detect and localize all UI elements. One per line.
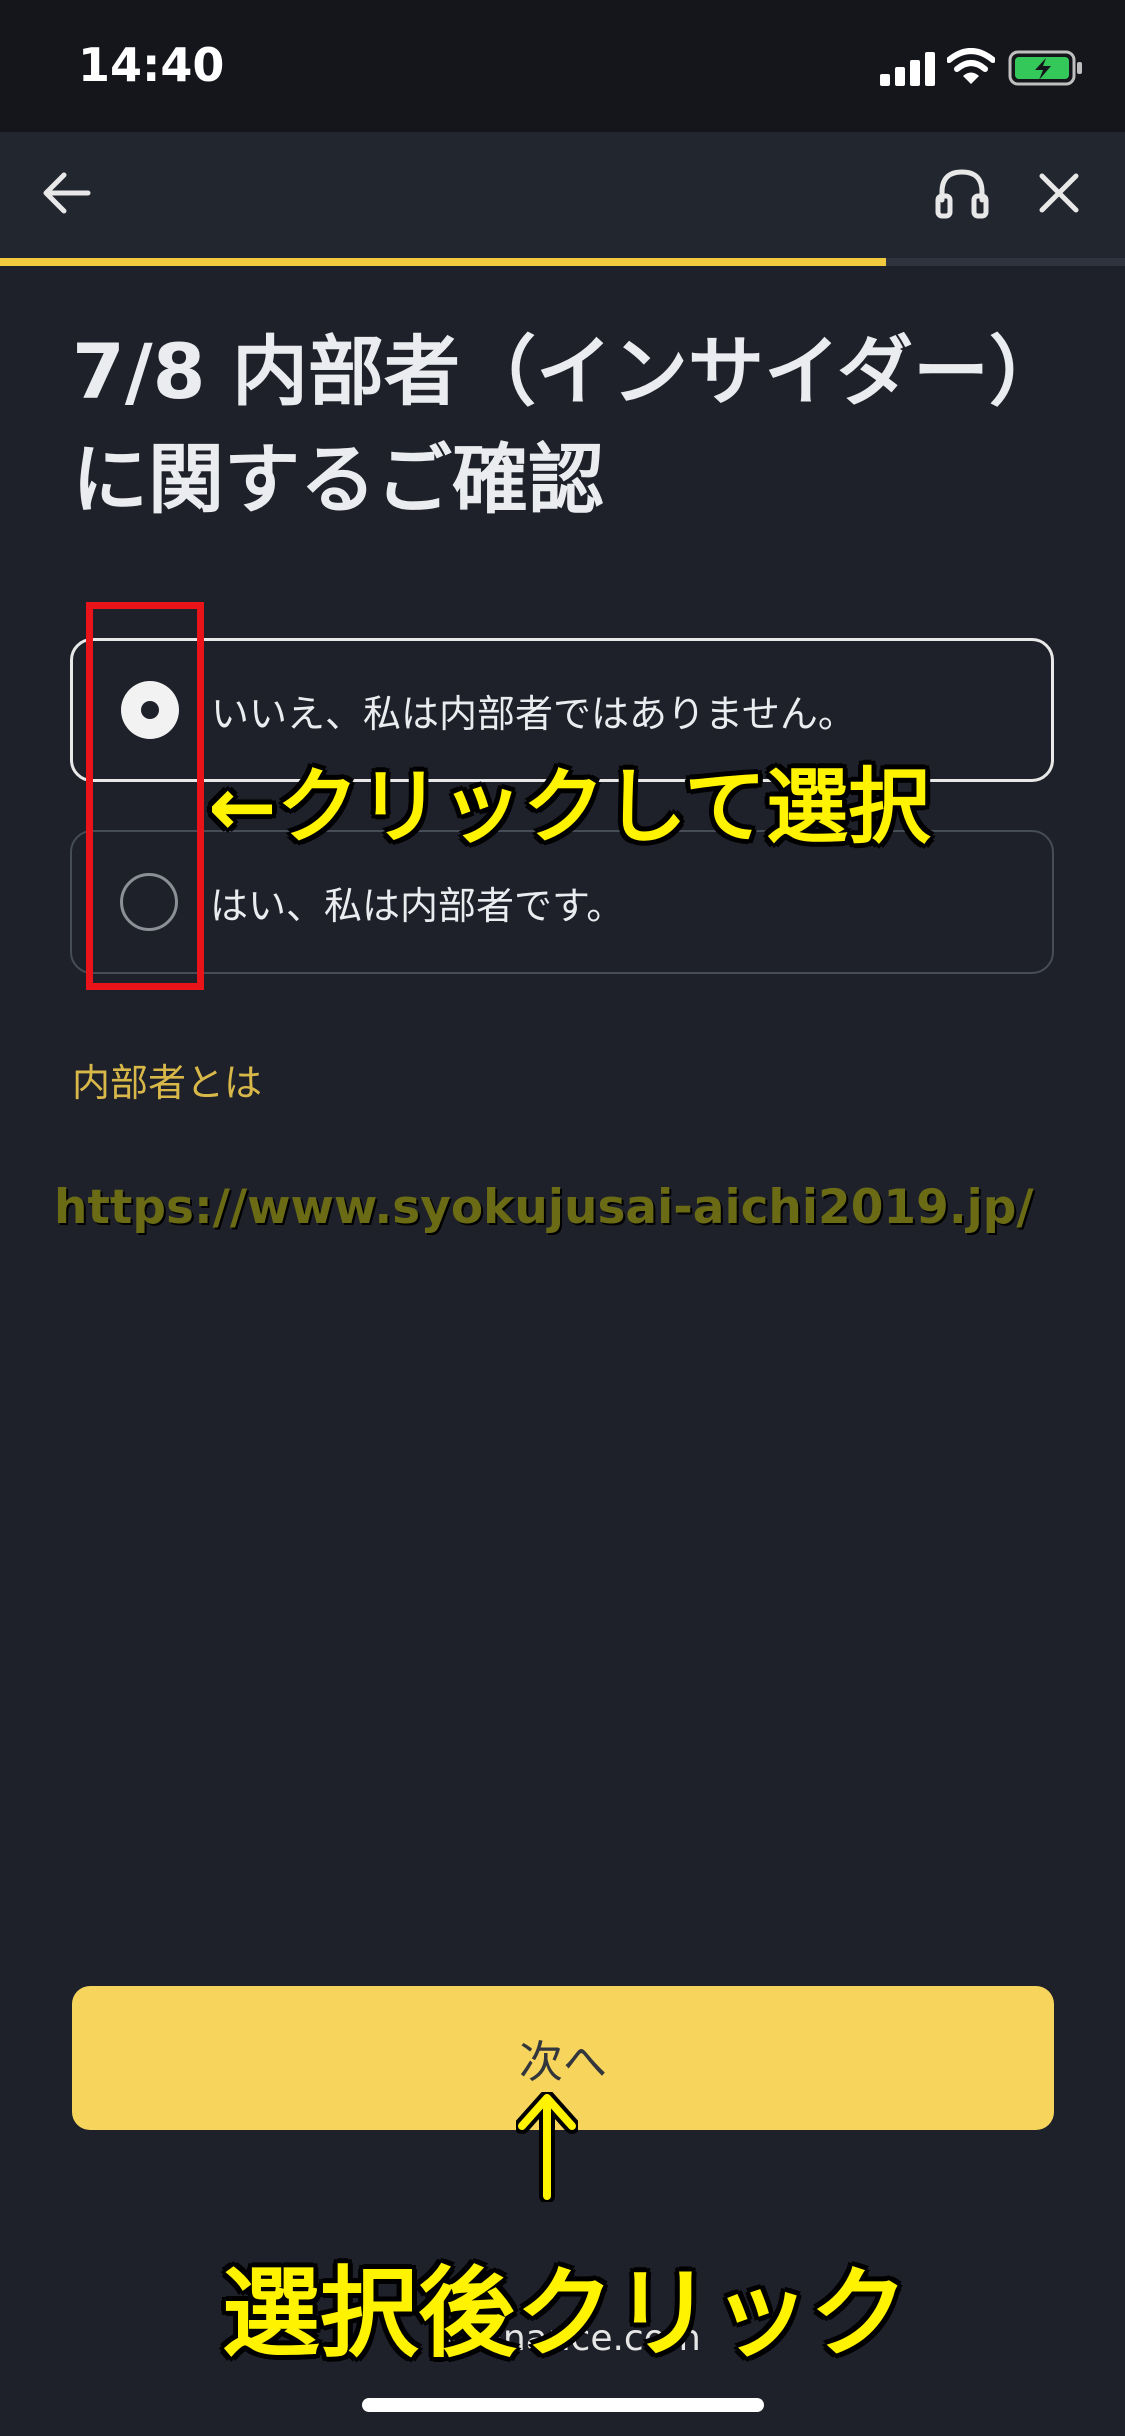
progress-bar [0,258,1125,266]
home-indicator[interactable] [362,2398,764,2412]
annotation-after-select: 選択後クリック [222,2257,909,2371]
cellular-signal-icon [880,52,935,86]
page-title: 7/8 内部者（インサイダー）に関するご確認 [72,327,1027,524]
arrow-left-icon[interactable] [40,170,92,216]
highlight-box [86,602,204,990]
battery-charging-icon [1008,50,1082,86]
close-icon[interactable] [1038,172,1080,214]
headset-icon[interactable] [934,166,990,222]
arrow-up-icon [516,2092,578,2202]
progress-fill [0,258,886,266]
watermark-url: https://www.syokujusai-aichi2019.jp/ [54,1180,1034,1235]
nav-bar [0,132,1125,258]
option-label-not-insider: いいえ、私は内部者ではありません。 [211,691,856,736]
insider-definition-link[interactable]: 内部者とは [72,1052,262,1107]
status-bar: 14:40 [0,0,1125,132]
annotation-click-select: ←クリックして選択 [208,760,931,855]
status-time: 14:40 [78,38,225,92]
wifi-icon [947,48,995,84]
option-label-insider: はい、私は内部者です。 [210,883,625,928]
